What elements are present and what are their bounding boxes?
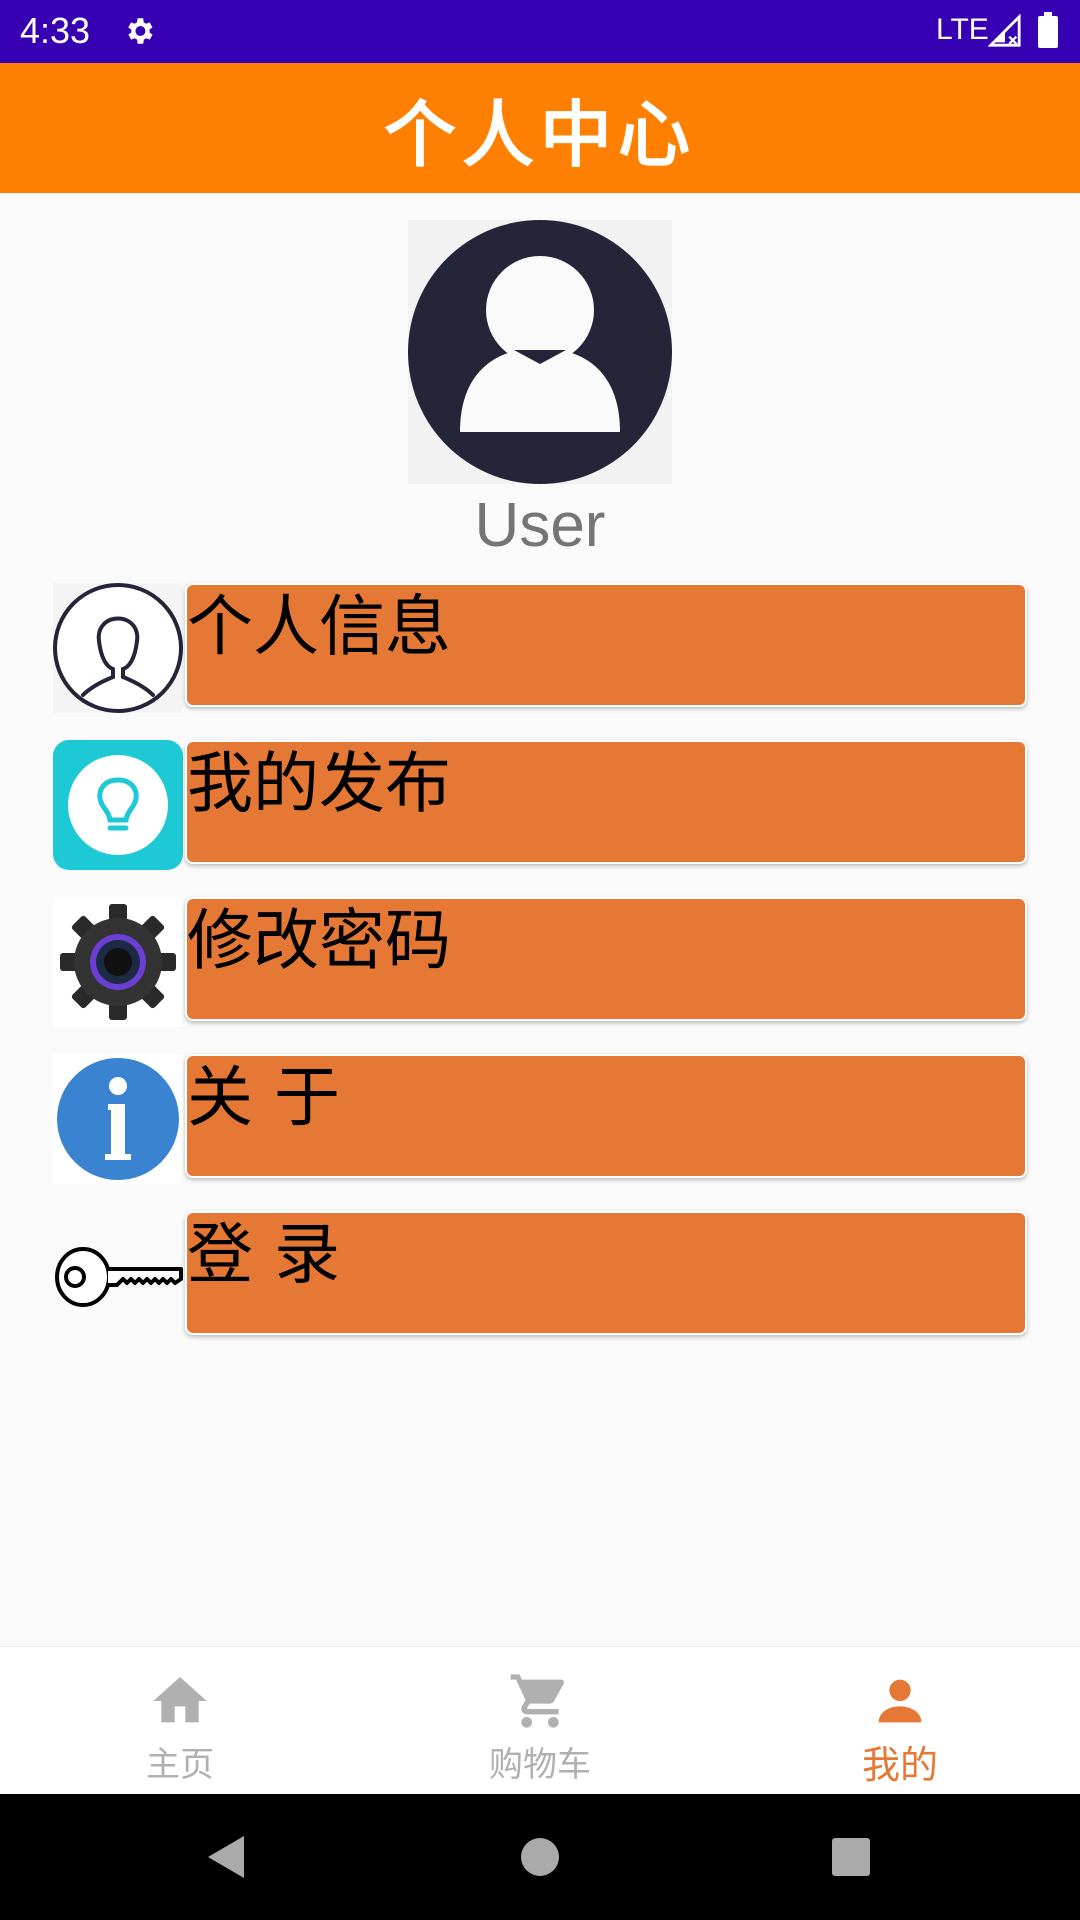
recents-icon[interactable]: [824, 1830, 878, 1884]
menu-item-profile-info[interactable]: 个人信息: [53, 583, 1027, 713]
menu-label: 关 于: [187, 1059, 340, 1136]
bottom-nav: 主页 购物车 我的: [0, 1646, 1080, 1795]
cart-icon: [510, 1674, 565, 1728]
lightbulb-icon: [53, 740, 183, 870]
home-icon: [153, 1677, 207, 1723]
menu-label: 我的发布: [187, 745, 451, 822]
nav-item-home[interactable]: 主页: [0, 1647, 360, 1795]
profile-info-button[interactable]: 个人信息: [185, 583, 1027, 707]
avatar[interactable]: [408, 220, 672, 484]
nav-item-cart[interactable]: 购物车: [360, 1647, 720, 1795]
person-outline-icon: [53, 583, 183, 713]
change-password-button[interactable]: 修改密码: [185, 897, 1027, 1021]
home-circle-icon[interactable]: [513, 1830, 567, 1884]
menu-item-change-password[interactable]: 修改密码: [53, 897, 1027, 1027]
menu-label: 个人信息: [187, 588, 451, 665]
person-icon: [878, 1679, 922, 1723]
back-icon[interactable]: [200, 1830, 254, 1884]
my-posts-button[interactable]: 我的发布: [185, 740, 1027, 864]
gear-icon: [53, 897, 183, 1027]
menu-label: 登 录: [187, 1216, 340, 1293]
info-icon: [53, 1054, 183, 1184]
signal-icon: [988, 14, 1021, 47]
menu-item-login[interactable]: 登 录: [53, 1211, 1027, 1341]
nav-label: 购物车: [489, 1745, 591, 1785]
menu-item-my-posts[interactable]: 我的发布: [53, 740, 1027, 870]
nav-label: 我的: [861, 1743, 938, 1787]
page-title: 个人中心: [383, 92, 696, 177]
battery-icon: [1038, 12, 1058, 48]
nav-item-mine[interactable]: 我的: [720, 1647, 1080, 1795]
user-avatar-icon: [408, 220, 672, 484]
app-bar: 个人中心: [0, 63, 1080, 193]
network-type: LTE: [936, 13, 989, 46]
key-icon: [53, 1211, 183, 1341]
system-nav-bar: [0, 1794, 1080, 1920]
username: User: [474, 491, 606, 560]
login-button[interactable]: 登 录: [185, 1211, 1027, 1335]
gear-icon: [128, 18, 153, 44]
status-bar: 4:33 LTE: [0, 0, 1080, 63]
menu-item-about[interactable]: 关 于: [53, 1054, 1027, 1184]
status-time: 4:33: [20, 10, 91, 51]
menu-label: 修改密码: [187, 902, 451, 979]
about-button[interactable]: 关 于: [185, 1054, 1027, 1178]
nav-label: 主页: [146, 1745, 214, 1785]
